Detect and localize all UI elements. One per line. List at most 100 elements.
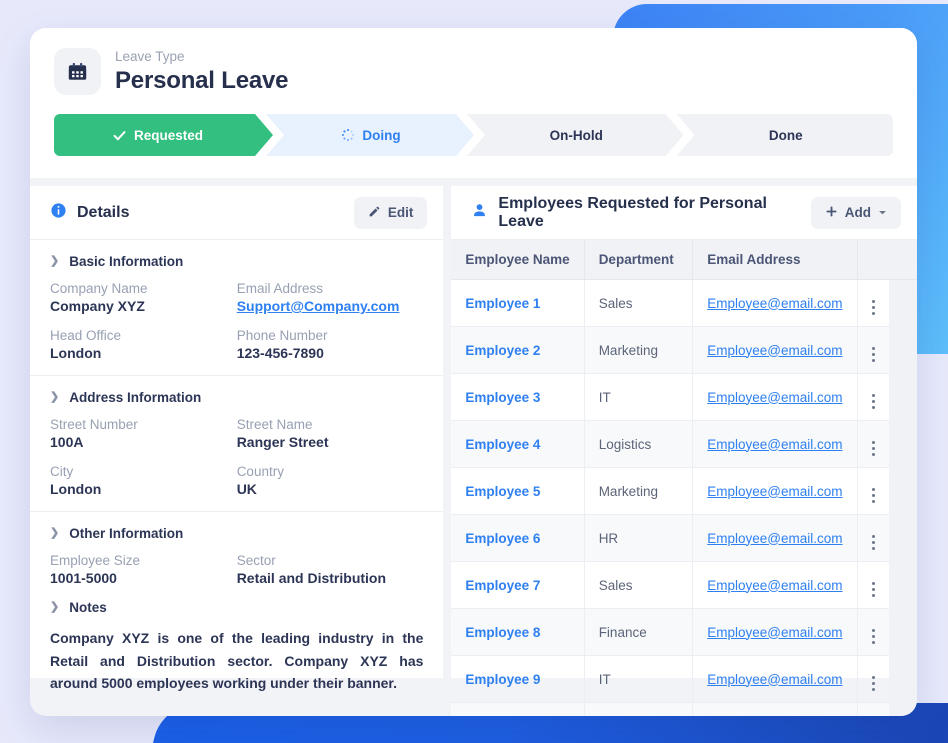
email-link[interactable]: Employee@email.com (707, 578, 842, 593)
row-menu-button[interactable] (857, 655, 889, 703)
column-header-email-address[interactable]: Email Address (692, 240, 858, 280)
field-value: London (50, 481, 102, 497)
table-row[interactable]: Employee 8 Finance Employee@email.com (451, 608, 917, 656)
section-notes: ❯ Notes Company XYZ is one of the leadin… (30, 596, 443, 709)
address-fields: Street Number 100A Street Name Ranger St… (50, 417, 423, 497)
table-row[interactable]: Employee 1 Sales Employee@email.com (451, 279, 917, 327)
row-menu-button[interactable] (857, 702, 889, 716)
section-basic-title: Basic Information (69, 254, 184, 269)
field-phone-number: Phone Number 123-456-7890 (237, 328, 424, 361)
email-link[interactable]: Employee@email.com (707, 484, 842, 499)
field-label: Email Address (236, 281, 323, 296)
table-row[interactable]: Employee 3 IT Employee@email.com (451, 373, 917, 421)
field-value: 1001-5000 (50, 570, 117, 586)
cell-department: IT (584, 373, 694, 421)
cell-email-address: Employee@email.com (692, 326, 858, 374)
kebab-menu-icon (871, 393, 875, 409)
cell-employee-name[interactable]: Employee 1 (451, 279, 585, 327)
section-other-information: ❯ Other Information Employee Size 1001-5… (30, 512, 443, 596)
leave-request-card: Leave Type Personal Leave Requested Doin… (30, 28, 917, 716)
status-stepper: Requested Doing On-Hold Done (54, 114, 893, 156)
edit-button[interactable]: Edit (353, 196, 428, 229)
email-link[interactable]: Support@Company.com (237, 298, 424, 314)
page-title: Personal Leave (115, 66, 289, 94)
cell-employee-name[interactable]: Employee 6 (451, 514, 585, 562)
row-menu-button[interactable] (857, 608, 889, 656)
cell-employee-name[interactable]: Employee 5 (451, 467, 585, 515)
table-row[interactable]: Employee 2 Marketing Employee@email.com (451, 326, 917, 374)
field-label: Street Number (50, 417, 138, 432)
employees-title-group: Employees Requested for Personal Leave (471, 195, 810, 231)
cell-spacer (889, 514, 917, 562)
email-link[interactable]: Employee@email.com (707, 625, 842, 640)
table-row[interactable]: Employee 6 HR Employee@email.com (451, 514, 917, 562)
email-link[interactable]: Employee@email.com (707, 672, 842, 687)
table-row[interactable]: Employee 10DevelopmentEmployee@email.com (451, 702, 917, 716)
step-label-requested: Requested (133, 127, 204, 143)
row-menu-button[interactable] (857, 373, 889, 421)
table-row[interactable]: Employee 4 Logistics Employee@email.com (451, 420, 917, 468)
field-value: Retail and Distribution (236, 570, 387, 586)
step-doing[interactable]: Doing (266, 114, 474, 156)
email-link[interactable]: Employee@email.com (707, 390, 842, 405)
cell-employee-name[interactable]: Employee 10 (451, 702, 585, 716)
spinner-icon (341, 128, 355, 142)
table-row[interactable]: Employee 7 Sales Employee@email.com (451, 561, 917, 609)
cell-employee-name[interactable]: Employee 8 (451, 608, 585, 656)
field-email-address: Email Address Support@Company.com (237, 281, 424, 314)
field-value: UK (236, 481, 257, 497)
card-header: Leave Type Personal Leave Requested Doin… (30, 28, 917, 178)
row-menu-button[interactable] (857, 514, 889, 562)
section-other-header[interactable]: ❯ Other Information (50, 526, 423, 541)
row-menu-button[interactable] (857, 467, 889, 515)
cell-employee-name[interactable]: Employee 4 (451, 420, 585, 468)
row-menu-button[interactable] (857, 326, 889, 374)
add-button[interactable]: Add (810, 196, 901, 229)
section-basic-information: ❯ Basic Information Company Name Company… (30, 240, 444, 376)
title-text-block: Leave Type Personal Leave (115, 48, 289, 95)
cell-department: Marketing (584, 326, 694, 374)
section-notes-header[interactable]: ❯ Notes (50, 600, 423, 615)
column-header-employee-name[interactable]: Employee Name (451, 240, 585, 280)
chevron-down-icon: ❯ (50, 527, 60, 539)
field-label: Sector (236, 553, 276, 568)
plus-icon (825, 205, 838, 221)
table-row[interactable]: Employee 9 IT Employee@email.com (451, 655, 917, 703)
field-employee-size: Employee Size 1001-5000 (50, 553, 237, 586)
cell-employee-name[interactable]: Employee 9 (451, 655, 585, 703)
email-link[interactable]: Employee@email.com (707, 296, 842, 311)
row-menu-button[interactable] (857, 420, 889, 468)
step-on-hold[interactable]: On-Hold (467, 114, 684, 156)
calendar-icon (54, 48, 101, 95)
email-link[interactable]: Employee@email.com (707, 531, 842, 546)
cell-employee-name[interactable]: Employee 3 (451, 373, 585, 421)
table-row[interactable]: Employee 5 Marketing Employee@email.com (451, 467, 917, 515)
field-street-number: Street Number 100A (50, 417, 237, 450)
row-menu-button[interactable] (857, 279, 889, 327)
cell-department: Logistics (584, 420, 694, 468)
cell-email-address: Employee@email.com (692, 420, 858, 468)
employees-table: Employee Name Department Email Address E… (451, 240, 917, 716)
column-header-department[interactable]: Department (584, 240, 694, 280)
field-value: 123-456-7890 (236, 345, 324, 361)
section-basic-header[interactable]: ❯ Basic Information (50, 254, 423, 269)
field-label: Head Office (50, 328, 122, 343)
email-link[interactable]: Employee@email.com (707, 437, 842, 452)
kebab-menu-icon (871, 346, 875, 362)
cell-email-address: Employee@email.com (692, 608, 858, 656)
email-link[interactable]: Employee@email.com (707, 343, 842, 358)
field-label: Street Name (236, 417, 313, 432)
step-done[interactable]: Done (676, 114, 893, 156)
kebab-menu-icon (871, 299, 875, 315)
step-requested[interactable]: Requested (54, 114, 273, 156)
cell-employee-name[interactable]: Employee 2 (451, 326, 585, 374)
employees-panel-header: Employees Requested for Personal Leave A… (451, 186, 917, 240)
employees-title: Employees Requested for Personal Leave (498, 194, 767, 230)
row-menu-button[interactable] (857, 561, 889, 609)
kebab-menu-icon (871, 628, 875, 644)
caret-down-icon (878, 205, 887, 220)
cell-email-address: Employee@email.com (692, 655, 858, 703)
section-address-header[interactable]: ❯ Address Information (50, 390, 423, 405)
cell-employee-name[interactable]: Employee 7 (451, 561, 585, 609)
employees-table-head: Employee Name Department Email Address (451, 240, 917, 280)
